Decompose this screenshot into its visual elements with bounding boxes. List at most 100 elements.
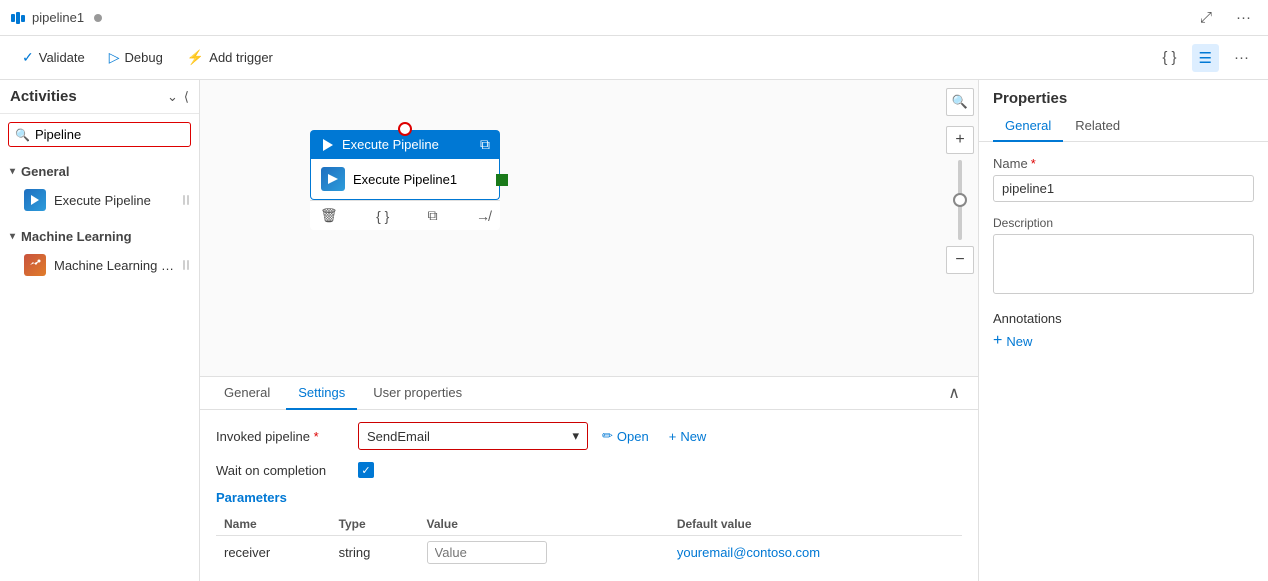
param-value-input[interactable] [427, 541, 547, 564]
rp-add-annotation-btn[interactable]: + New [993, 332, 1032, 350]
invoked-pipeline-row: Invoked pipeline * SendEmail ▾ ✏ Open [216, 422, 962, 450]
ml-label-text: Machine Learning Exe... [54, 258, 175, 273]
node-link-icon[interactable]: ⧉ [480, 136, 490, 153]
validate-icon: ✓ [22, 49, 34, 66]
param-default-link[interactable]: youremail@contoso.com [677, 545, 820, 560]
param-type-cell: string [331, 536, 419, 570]
tab-general[interactable]: General [212, 377, 282, 410]
zoom-slider-thumb[interactable] [953, 193, 967, 207]
node-activity-icon [321, 167, 345, 191]
ml-chevron: ▾ [10, 231, 15, 242]
param-col-default: Default value [669, 513, 962, 536]
main-layout: Activities ⌄ ⟨ 🔍 ▾ General Execute Pipel… [0, 80, 1268, 581]
arrow-icon[interactable]: ↛ [472, 206, 494, 226]
sidebar-general-header[interactable]: ▾ General [0, 159, 199, 184]
rp-description-field: Description [993, 216, 1254, 297]
search-input[interactable] [8, 122, 191, 147]
rp-tab-general[interactable]: General [993, 111, 1063, 142]
sidebar-toggle-icon[interactable]: ⟨ [184, 89, 189, 105]
zoom-out-btn[interactable]: − [946, 246, 974, 274]
parameters-table: Name Type Value Default value receiver s… [216, 513, 962, 569]
debug-icon: ▷ [109, 49, 120, 66]
center-column: Execute Pipeline ⧉ Execute Pipeline1 [200, 80, 978, 581]
json-view-btn[interactable]: { } [1155, 44, 1183, 71]
node-top-connector [398, 122, 412, 136]
plus-annotation-icon: + [993, 332, 1002, 350]
bottom-tabs: General Settings User properties ∧ [200, 377, 978, 410]
node-toolbar: 🗑 { } ⧉ ↛ [310, 200, 500, 230]
wait-checkbox-wrapper [358, 462, 374, 478]
rp-name-label: Name * [993, 156, 1254, 171]
expand-icon-btn[interactable]: ⤢ [1193, 4, 1219, 31]
param-col-name: Name [216, 513, 331, 536]
param-value-cell [419, 536, 669, 570]
debug-button[interactable]: ▷ Debug [99, 44, 173, 71]
sidebar-search: 🔍 [8, 122, 191, 147]
parameters-section: Parameters Name Type Value Default value [216, 490, 962, 569]
pipeline-select[interactable]: SendEmail ▾ [358, 422, 588, 450]
tab-user-properties[interactable]: User properties [361, 377, 474, 410]
search-icon: 🔍 [15, 128, 30, 142]
invoked-pipeline-label: Invoked pipeline * [216, 429, 346, 444]
json-node-icon[interactable]: { } [372, 206, 393, 226]
right-panel-tabs: General Related [979, 111, 1268, 142]
top-bar: pipeline1 ⤢ ··· [0, 0, 1268, 36]
name-required-marker: * [1031, 156, 1036, 171]
pencil-icon: ✏ [602, 428, 613, 444]
add-trigger-button[interactable]: ⚡ Add trigger [177, 44, 283, 71]
drag-handle [183, 195, 189, 205]
bottom-content: Invoked pipeline * SendEmail ▾ ✏ Open [200, 410, 978, 581]
rp-description-textarea[interactable] [993, 234, 1254, 294]
node-header-left: Execute Pipeline [320, 137, 439, 153]
new-pipeline-btn[interactable]: + New [663, 425, 713, 448]
toolbar-more-btn[interactable]: ··· [1227, 44, 1256, 71]
sidebar-general-section: ▾ General Execute Pipeline [0, 155, 199, 220]
tab-settings[interactable]: Settings [286, 377, 357, 410]
ml-drag-handle [183, 260, 189, 270]
bottom-panel: General Settings User properties ∧ Invok… [200, 376, 978, 581]
rp-tab-related[interactable]: Related [1063, 111, 1132, 142]
wait-on-completion-row: Wait on completion [216, 462, 962, 478]
open-pipeline-btn[interactable]: ✏ Open [596, 424, 655, 448]
delete-icon[interactable]: 🗑 [316, 205, 342, 226]
node-right-connector [496, 174, 508, 186]
wait-checkbox[interactable] [358, 462, 374, 478]
required-marker: * [314, 429, 319, 444]
sidebar-ml-header[interactable]: ▾ Machine Learning [0, 224, 199, 249]
wait-on-completion-label: Wait on completion [216, 463, 346, 478]
copy-icon[interactable]: ⧉ [424, 205, 442, 226]
list-view-btn[interactable]: ☰ [1192, 44, 1219, 72]
top-bar-left: pipeline1 [10, 10, 102, 26]
param-default-cell: youremail@contoso.com [669, 536, 962, 570]
select-chevron-icon: ▾ [572, 428, 579, 444]
zoom-slider-track[interactable] [958, 160, 962, 240]
parameters-title: Parameters [216, 490, 962, 505]
table-row: receiver string youremail@contoso.com [216, 536, 962, 570]
rp-name-input[interactable] [993, 175, 1254, 202]
more-options-btn[interactable]: ··· [1229, 4, 1258, 31]
sidebar-item-execute-pipeline[interactable]: Execute Pipeline [0, 184, 199, 216]
canvas-search-btn[interactable]: 🔍 [946, 88, 974, 116]
general-label: General [21, 164, 69, 179]
rp-description-label: Description [993, 216, 1254, 230]
zoom-in-btn[interactable]: + [946, 126, 974, 154]
sidebar-header-icons: ⌄ ⟨ [167, 89, 189, 105]
pipeline-select-wrapper: SendEmail ▾ ✏ Open + New [358, 422, 712, 450]
bottom-panel-close-btn[interactable]: ∧ [942, 379, 966, 407]
zoom-controls: 🔍 + − [942, 80, 978, 376]
plus-icon: + [669, 429, 677, 444]
node-header-icon [320, 137, 336, 153]
sidebar-header: Activities ⌄ ⟨ [0, 80, 199, 114]
right-panel-title: Properties [979, 80, 1268, 107]
sidebar-item-ml[interactable]: Machine Learning Exe... [0, 249, 199, 281]
trigger-icon: ⚡ [187, 49, 204, 66]
sidebar-ml-section: ▾ Machine Learning Machine Learning Exe.… [0, 220, 199, 285]
node-title: Execute Pipeline [342, 137, 439, 152]
canvas-area[interactable]: Execute Pipeline ⧉ Execute Pipeline1 [200, 80, 978, 581]
rp-annotations-label: Annotations [993, 311, 1254, 326]
canvas-main: Execute Pipeline ⧉ Execute Pipeline1 [200, 80, 978, 376]
top-bar-right: ⤢ ··· [1193, 4, 1258, 31]
collapse-icon[interactable]: ⌄ [167, 89, 178, 105]
activity-node[interactable]: Execute Pipeline ⧉ Execute Pipeline1 [310, 130, 500, 230]
validate-button[interactable]: ✓ Validate [12, 44, 95, 71]
